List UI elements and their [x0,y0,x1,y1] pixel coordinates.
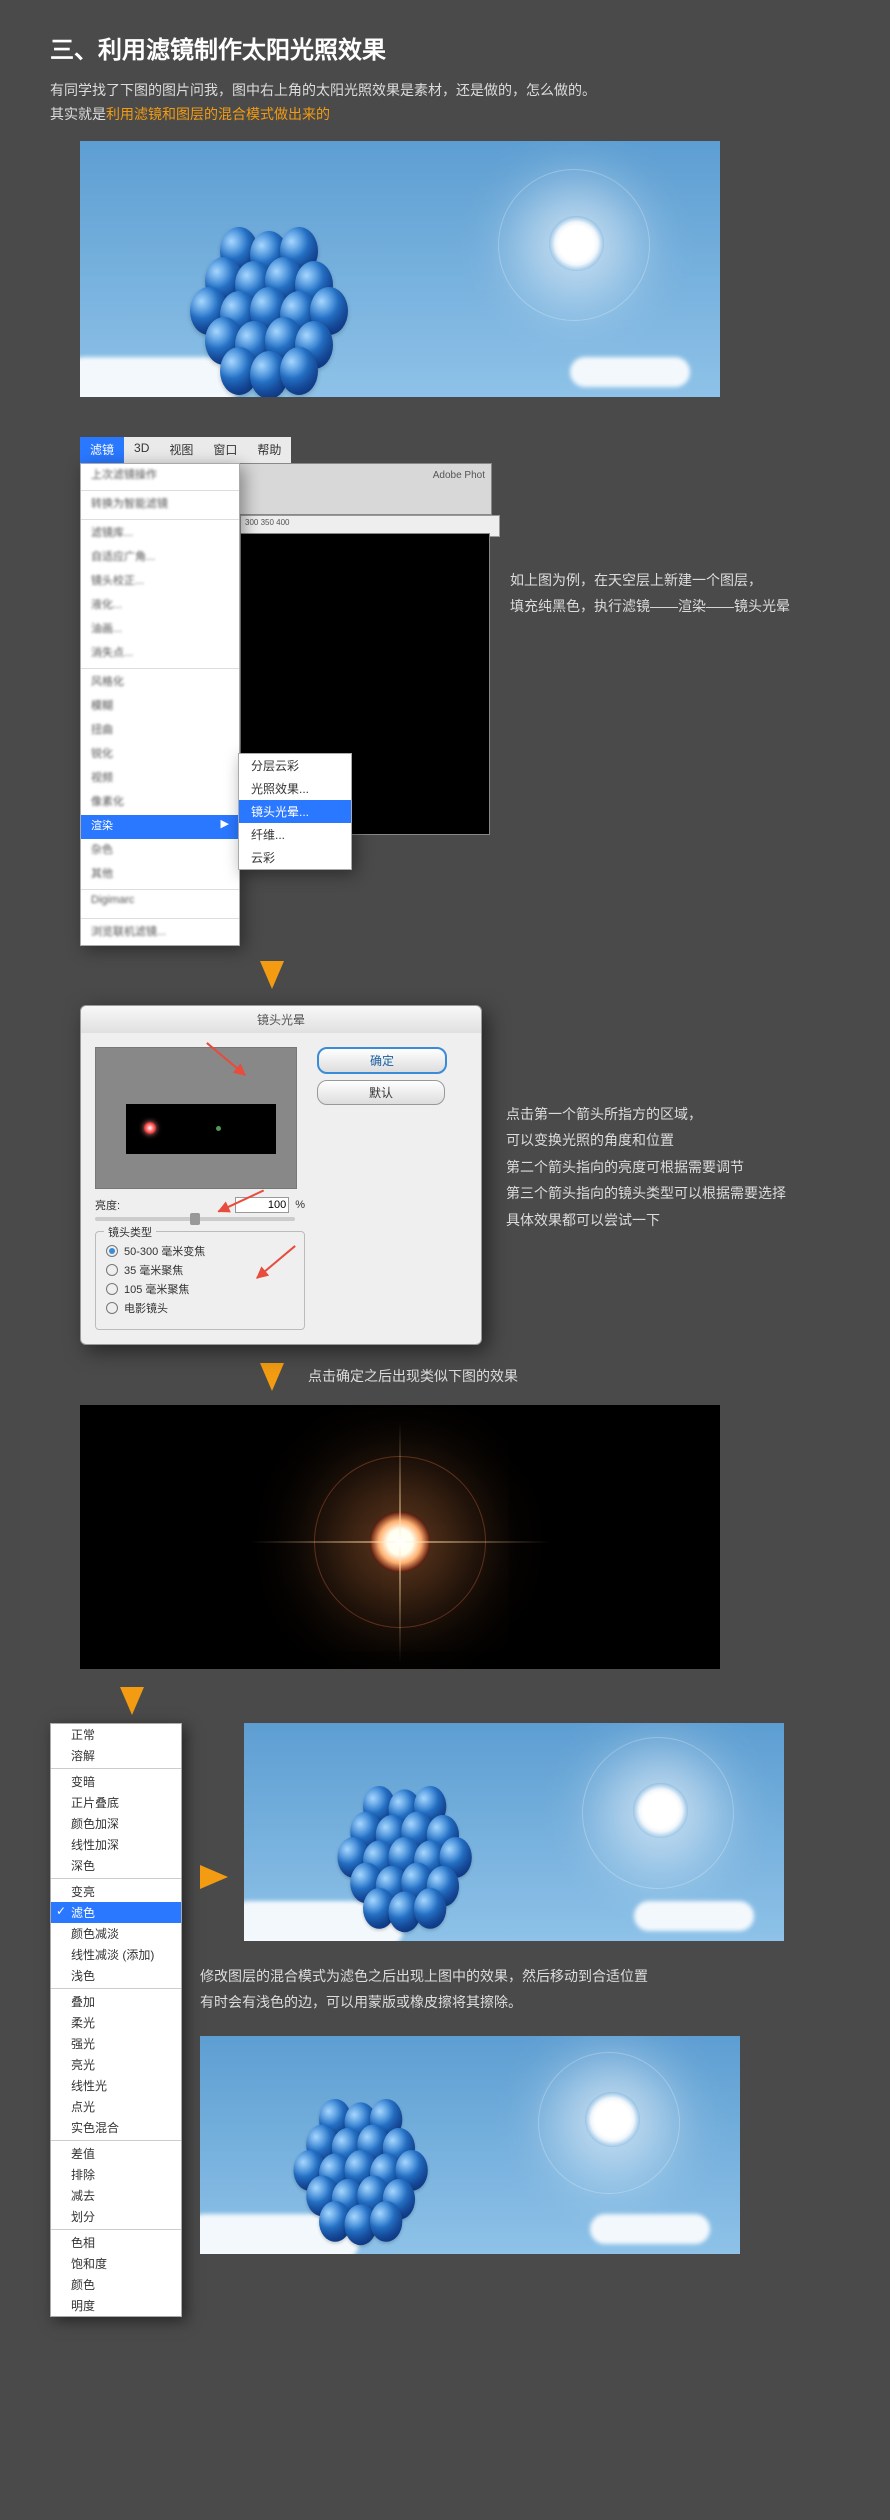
blend-mode-正片叠底[interactable]: 正片叠底 [51,1792,181,1813]
annotation-2: 点击第一个箭头所指方的区域， 可以变换光照的角度和位置 第二个箭头指向的亮度可根… [506,1101,786,1234]
brightness-unit: % [295,1199,305,1211]
submenu-lighting[interactable]: 光照效果... [239,777,351,800]
submenu-clouds-diff[interactable]: 分层云彩 [239,754,351,777]
arrow-down-icon-1 [260,961,284,989]
blend-mode-叠加[interactable]: 叠加 [51,1991,181,2012]
blend-mode-柔光[interactable]: 柔光 [51,2012,181,2033]
filter-menu-render[interactable]: 渲染▶ [81,815,239,839]
menubar: 滤镜 3D 视图 窗口 帮助 [80,437,490,463]
intro-prefix: 其实就是 [50,106,106,122]
submenu-fibers[interactable]: 纤维... [239,823,351,846]
menubar-item-3d[interactable]: 3D [124,437,159,463]
arrow-down-icon-3 [120,1687,144,1715]
photoshop-menu-screenshot: 滤镜 3D 视图 窗口 帮助 ▯3D 模式:Adobe Phot , RGB/8… [80,437,490,957]
blend-mode-线性光[interactable]: 线性光 [51,2075,181,2096]
blend-mode-色相[interactable]: 色相 [51,2232,181,2253]
lens-type-group: 镜头类型 50-300 毫米变焦 35 毫米聚焦 105 毫米聚焦 电影镜头 [95,1231,305,1330]
ok-button[interactable]: 确定 [317,1047,447,1074]
radio-movie[interactable]: 电影镜头 [106,1300,294,1316]
annotation-1: 如上图为例，在天空层上新建一个图层， 填充纯黑色，执行滤镜——渲染——镜头光晕 [510,567,790,620]
filter-dropdown: 上次滤镜操作 转换为智能滤镜 滤镜库... 自适应广角... 镜头校正... 液… [80,463,240,946]
brightness-label: 亮度: [95,1197,120,1213]
blend-mode-线性加深[interactable]: 线性加深 [51,1834,181,1855]
blend-mode-实色混合[interactable]: 实色混合 [51,2117,181,2138]
radio-105[interactable]: 105 毫米聚焦 [106,1281,294,1297]
arrow-right-icon [200,1865,228,1889]
final-image [200,2036,740,2254]
blend-mode-明度[interactable]: 明度 [51,2295,181,2316]
blend-mode-差值[interactable]: 差值 [51,2143,181,2164]
lens-flare-dialog: 镜头光晕 亮度: % 镜头类型 50-300 毫米变焦 [80,1005,482,1345]
blend-mode-饱和度[interactable]: 饱和度 [51,2253,181,2274]
section-title: 三、利用滤镜制作太阳光照效果 [50,30,840,65]
blend-mode-menu: 正常溶解变暗正片叠底颜色加深线性加深深色变亮滤色颜色减淡线性减淡 (添加)浅色叠… [50,1723,182,2317]
arrow-down-icon-2 [260,1363,284,1391]
menubar-item-view[interactable]: 视图 [159,437,203,463]
blend-mode-变亮[interactable]: 变亮 [51,1881,181,1902]
blend-mode-正常[interactable]: 正常 [51,1724,181,1745]
flare-result-image [80,1405,720,1669]
brightness-slider[interactable] [95,1217,295,1221]
render-submenu: 分层云彩 光照效果... 镜头光晕... 纤维... 云彩 [238,753,352,870]
menubar-item-filter[interactable]: 滤镜 [80,437,124,463]
submenu-clouds[interactable]: 云彩 [239,846,351,869]
default-button[interactable]: 默认 [317,1080,445,1105]
blend-mode-颜色加深[interactable]: 颜色加深 [51,1813,181,1834]
blend-mode-浅色[interactable]: 浅色 [51,1965,181,1986]
blend-mode-颜色[interactable]: 颜色 [51,2274,181,2295]
blend-mode-溶解[interactable]: 溶解 [51,1745,181,1766]
blend-mode-线性减淡 (添加)[interactable]: 线性减淡 (添加) [51,1944,181,1965]
result-image-screen-blend [244,1723,784,1941]
radio-50-300[interactable]: 50-300 毫米变焦 [106,1243,294,1259]
blend-mode-滤色[interactable]: 滤色 [51,1902,181,1923]
annotation-3: 点击确定之后出现类似下图的效果 [308,1363,518,1390]
blend-mode-排除[interactable]: 排除 [51,2164,181,2185]
blend-mode-变暗[interactable]: 变暗 [51,1771,181,1792]
intro-text-1: 有同学找了下图的图片问我，图中右上角的太阳光照效果是素材，还是做的，怎么做的。 [50,79,840,103]
blend-mode-强光[interactable]: 强光 [51,2033,181,2054]
intro-text-2: 其实就是利用滤镜和图层的混合模式做出来的 [50,103,840,127]
example-image-sky-balloons [80,141,720,397]
blend-mode-亮光[interactable]: 亮光 [51,2054,181,2075]
menubar-item-help[interactable]: 帮助 [247,437,291,463]
menubar-item-window[interactable]: 窗口 [203,437,247,463]
lens-type-legend: 镜头类型 [104,1224,156,1240]
blend-mode-深色[interactable]: 深色 [51,1855,181,1876]
blend-mode-颜色减淡[interactable]: 颜色减淡 [51,1923,181,1944]
blend-mode-划分[interactable]: 划分 [51,2206,181,2227]
submenu-lens-flare[interactable]: 镜头光晕... [239,800,351,823]
flare-preview[interactable] [95,1047,297,1189]
intro-highlight: 利用滤镜和图层的混合模式做出来的 [106,106,330,122]
annotation-4: 修改图层的混合模式为滤色之后出现上图中的效果，然后移动到合适位置 有时会有浅色的… [200,1963,784,2016]
dialog-title: 镜头光晕 [81,1006,481,1033]
blend-mode-减去[interactable]: 减去 [51,2185,181,2206]
blend-mode-点光[interactable]: 点光 [51,2096,181,2117]
